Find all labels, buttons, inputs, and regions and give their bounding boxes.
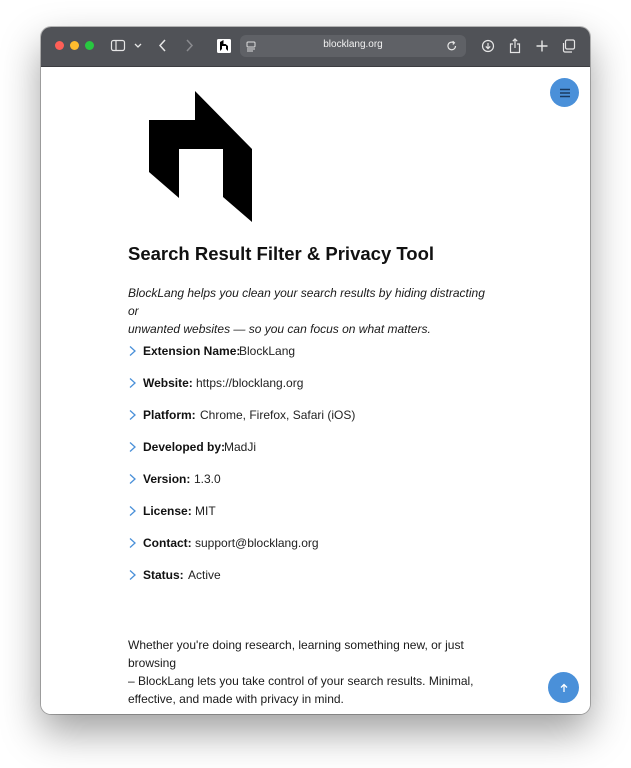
- chevron-right-icon: [129, 506, 136, 516]
- reload-icon[interactable]: [445, 37, 459, 55]
- detail-label: Status:: [143, 568, 184, 582]
- detail-status: Status: Active: [128, 566, 508, 584]
- page-title: Search Result Filter & Privacy Tool: [128, 243, 435, 264]
- detail-value: Chrome, Firefox, Safari (iOS): [200, 408, 356, 422]
- detail-website: Website: https://blocklang.org: [128, 374, 508, 392]
- url-text[interactable]: blocklang.org: [240, 39, 466, 50]
- site-favicon: [216, 36, 232, 56]
- detail-value: BlockLang: [239, 344, 296, 358]
- chevron-right-icon: [129, 538, 136, 548]
- menu-button[interactable]: [550, 78, 579, 107]
- tab-overview-icon[interactable]: [561, 36, 577, 56]
- maximize-window-button[interactable]: [85, 41, 94, 50]
- browser-window: blocklang.org Search Result Filter & Pri: [41, 27, 590, 714]
- detail-extension-name: Extension Name: BlockLang: [128, 342, 508, 360]
- detail-label: License:: [143, 504, 192, 518]
- detail-label: Version:: [143, 472, 191, 486]
- minimize-window-button[interactable]: [70, 41, 79, 50]
- chevron-right-icon: [129, 442, 136, 452]
- detail-value: 1.3.0: [194, 472, 221, 486]
- closing-line: effective, and made with privacy in mind…: [128, 692, 344, 706]
- scroll-to-top-button[interactable]: [548, 672, 579, 703]
- chevron-down-icon[interactable]: [133, 36, 143, 56]
- hamburger-menu-icon: [559, 88, 570, 97]
- detail-version: Version: 1.3.0: [128, 470, 508, 488]
- download-icon[interactable]: [481, 36, 495, 56]
- browser-toolbar: blocklang.org: [41, 27, 590, 67]
- intro-line: BlockLang helps you clean your search re…: [128, 286, 485, 318]
- page-content: Search Result Filter & Privacy Tool Bloc…: [41, 67, 590, 714]
- arrow-up-icon: [560, 683, 567, 692]
- detail-value: Active: [188, 568, 221, 582]
- chevron-right-icon: [129, 378, 136, 388]
- closing-line: Whether you're doing research, learning …: [128, 638, 464, 670]
- share-icon[interactable]: [508, 36, 522, 56]
- detail-developed-by: Developed by: MadJi: [128, 438, 508, 456]
- detail-label: Website:: [143, 376, 193, 390]
- closing-text: Whether you're doing research, learning …: [128, 636, 508, 708]
- intro-line: unwanted websites — so you can focus on …: [128, 322, 431, 336]
- chevron-right-icon: [129, 570, 136, 580]
- detail-value: MadJi: [224, 440, 257, 454]
- detail-label: Platform:: [143, 408, 196, 422]
- back-icon[interactable]: [157, 36, 169, 56]
- detail-license: License: MIT: [128, 502, 508, 520]
- detail-value: MIT: [195, 504, 216, 518]
- chevron-right-icon: [129, 474, 136, 484]
- address-bar[interactable]: blocklang.org: [240, 35, 466, 57]
- new-tab-icon[interactable]: [535, 36, 549, 56]
- sidebar-icon[interactable]: [110, 36, 126, 56]
- detail-label: Contact:: [143, 536, 192, 550]
- detail-platform: Platform: Chrome, Firefox, Safari (iOS): [128, 406, 508, 424]
- detail-contact: Contact: support@blocklang.org: [128, 534, 508, 552]
- blocklang-logo: [149, 91, 253, 228]
- intro-text: BlockLang helps you clean your search re…: [128, 284, 498, 338]
- detail-label: Extension Name:: [143, 344, 241, 358]
- website-link[interactable]: https://blocklang.org: [196, 376, 303, 390]
- close-window-button[interactable]: [55, 41, 64, 50]
- contact-email-link[interactable]: support@blocklang.org: [195, 536, 319, 550]
- forward-icon[interactable]: [183, 36, 195, 56]
- chevron-right-icon: [129, 346, 136, 356]
- chevron-right-icon: [129, 410, 136, 420]
- detail-label: Developed by:: [143, 440, 226, 454]
- closing-line: – BlockLang lets you take control of you…: [128, 674, 474, 688]
